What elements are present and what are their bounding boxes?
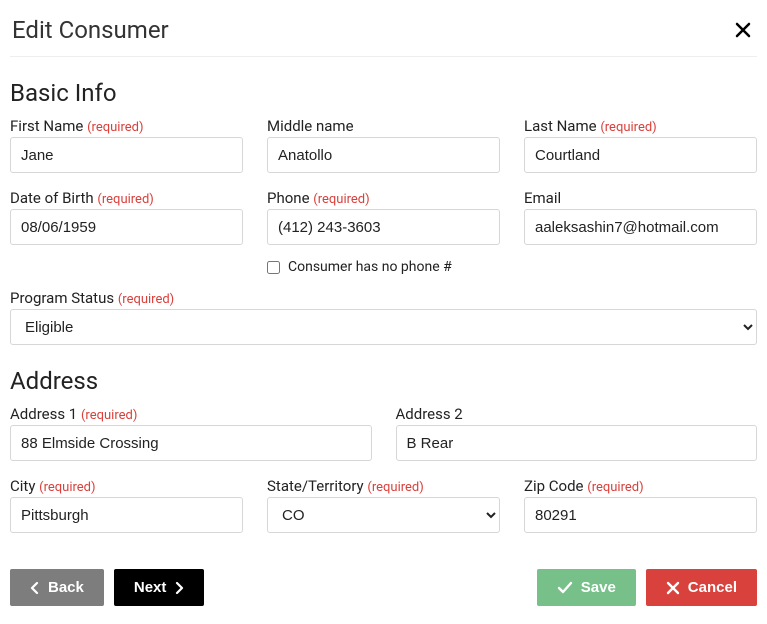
- zip-input[interactable]: [524, 497, 757, 533]
- close-icon: [733, 20, 753, 40]
- phone-label: Phone (required): [267, 189, 500, 207]
- city-state-zip-row: City (required) State/Territory (require…: [10, 471, 757, 533]
- dob-input[interactable]: [10, 209, 243, 245]
- address1-label: Address 1 (required): [10, 405, 372, 423]
- phone-input[interactable]: [267, 209, 500, 245]
- city-input[interactable]: [10, 497, 243, 533]
- city-label: City (required): [10, 477, 243, 495]
- close-button[interactable]: [731, 18, 755, 42]
- dialog-title: Edit Consumer: [12, 16, 169, 44]
- last-name-label: Last Name (required): [524, 117, 757, 135]
- zip-field: Zip Code (required): [524, 471, 757, 533]
- save-button[interactable]: Save: [537, 569, 636, 606]
- back-button[interactable]: Back: [10, 569, 104, 606]
- chevron-right-icon: [174, 582, 184, 594]
- last-name-field: Last Name (required): [524, 111, 757, 173]
- address1-field: Address 1 (required): [10, 399, 372, 461]
- required-marker: (required): [313, 192, 369, 207]
- next-button[interactable]: Next: [114, 569, 205, 606]
- dialog-header: Edit Consumer: [10, 8, 757, 57]
- phone-field: Phone (required): [267, 183, 500, 245]
- footer-left: Back Next: [10, 569, 204, 606]
- email-input[interactable]: [524, 209, 757, 245]
- required-marker: (required): [39, 480, 95, 495]
- state-select[interactable]: CO: [267, 497, 500, 533]
- address2-field: Address 2: [396, 399, 758, 461]
- basic-info-heading: Basic Info: [10, 79, 757, 107]
- dob-label: Date of Birth (required): [10, 189, 243, 207]
- cancel-button[interactable]: Cancel: [646, 569, 757, 606]
- required-marker: (required): [87, 120, 143, 135]
- state-field: State/Territory (required) CO: [267, 471, 500, 533]
- no-phone-checkbox[interactable]: [267, 261, 280, 274]
- label-text: Phone: [267, 189, 310, 207]
- program-status-label: Program Status (required): [10, 289, 757, 307]
- dialog-footer: Back Next Save Cancel: [10, 569, 757, 606]
- required-marker: (required): [118, 292, 174, 307]
- address2-label: Address 2: [396, 405, 758, 423]
- middle-name-label: Middle name: [267, 117, 500, 135]
- state-label: State/Territory (required): [267, 477, 500, 495]
- first-name-input[interactable]: [10, 137, 243, 173]
- check-icon: [557, 581, 573, 595]
- address-line-row: Address 1 (required) Address 2: [10, 399, 757, 461]
- no-phone-label: Consumer has no phone #: [288, 259, 452, 275]
- label-text: State/Territory: [267, 477, 364, 495]
- first-name-field: First Name (required): [10, 111, 243, 173]
- no-phone-wrapper: Consumer has no phone #: [267, 259, 500, 275]
- email-label: Email: [524, 189, 757, 207]
- contact-row: Date of Birth (required) Phone (required…: [10, 183, 757, 245]
- email-field: Email: [524, 183, 757, 245]
- first-name-label: First Name (required): [10, 117, 243, 135]
- label-text: Address 2: [396, 405, 463, 423]
- label-text: Program Status: [10, 289, 114, 307]
- back-label: Back: [48, 579, 84, 596]
- required-marker: (required): [97, 192, 153, 207]
- label-text: Date of Birth: [10, 189, 94, 207]
- save-label: Save: [581, 579, 616, 596]
- address2-input[interactable]: [396, 425, 758, 461]
- label-text: Zip Code: [524, 477, 584, 495]
- program-status-select[interactable]: Eligible: [10, 309, 757, 345]
- name-row: First Name (required) Middle name Last N…: [10, 111, 757, 173]
- middle-name-field: Middle name: [267, 111, 500, 173]
- required-marker: (required): [81, 408, 137, 423]
- cancel-label: Cancel: [688, 579, 737, 596]
- next-label: Next: [134, 579, 167, 596]
- address1-input[interactable]: [10, 425, 372, 461]
- label-text: Address 1: [10, 405, 77, 423]
- required-marker: (required): [600, 120, 656, 135]
- footer-right: Save Cancel: [537, 569, 757, 606]
- city-field: City (required): [10, 471, 243, 533]
- edit-consumer-dialog: Edit Consumer Basic Info First Name (req…: [0, 0, 767, 624]
- label-text: City: [10, 477, 35, 495]
- x-icon: [666, 581, 680, 595]
- label-text: Middle name: [267, 117, 354, 135]
- no-phone-row: Consumer has no phone #: [10, 249, 757, 275]
- chevron-left-icon: [30, 582, 40, 594]
- dob-field: Date of Birth (required): [10, 183, 243, 245]
- required-marker: (required): [367, 480, 423, 495]
- last-name-input[interactable]: [524, 137, 757, 173]
- required-marker: (required): [587, 480, 643, 495]
- label-text: Last Name: [524, 117, 597, 135]
- zip-label: Zip Code (required): [524, 477, 757, 495]
- program-status-field: Program Status (required) Eligible: [10, 289, 757, 345]
- middle-name-input[interactable]: [267, 137, 500, 173]
- label-text: Email: [524, 189, 561, 207]
- address-heading: Address: [10, 367, 757, 395]
- label-text: First Name: [10, 117, 83, 135]
